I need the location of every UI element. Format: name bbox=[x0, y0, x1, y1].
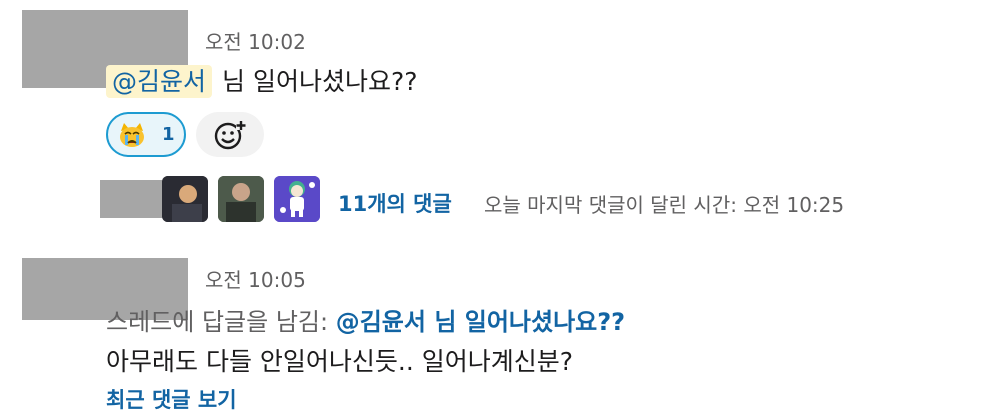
redacted-avatar bbox=[100, 180, 162, 218]
user-mention[interactable]: @김윤서 bbox=[106, 65, 213, 98]
message-body: @김윤서 님 일어나셨나요?? bbox=[106, 62, 418, 98]
reaction-count: 1 bbox=[162, 124, 175, 145]
message-timestamp[interactable]: 오전 10:05 bbox=[205, 264, 306, 293]
add-reaction-icon bbox=[214, 119, 246, 149]
message-2: 오전 10:05 스레드에 답글을 남김: @김윤서 님 일어나셨나요?? 아무… bbox=[0, 240, 994, 418]
thread-reply-count[interactable]: 11개의 댓글 bbox=[338, 188, 452, 218]
view-latest-replies-link[interactable]: 최근 댓글 보기 bbox=[106, 384, 237, 414]
thread-reply-context: 스레드에 답글을 남김: @김윤서 님 일어나셨나요?? bbox=[106, 302, 625, 337]
thread-summary[interactable]: 11개의 댓글 오늘 마지막 댓글이 달린 시간: 오전 10:25 bbox=[100, 176, 980, 224]
crying-cat-emoji bbox=[120, 122, 144, 147]
message-text: 님 일어나셨나요?? bbox=[222, 67, 418, 96]
participant-avatar[interactable] bbox=[218, 176, 264, 222]
thread-parent-link[interactable]: @김윤서 님 일어나셨나요?? bbox=[336, 308, 625, 336]
reaction-crying-cat[interactable]: 1 bbox=[106, 112, 186, 157]
message-timestamp[interactable]: 오전 10:02 bbox=[205, 26, 306, 55]
message-1: 오전 10:02 @김윤서 님 일어나셨나요?? 1 11개의 댓글 오늘 마지… bbox=[0, 0, 994, 240]
add-reaction-button[interactable] bbox=[196, 112, 264, 157]
message-text: 아무래도 다들 안일어나신듯.. 일어나계신분? bbox=[106, 347, 574, 376]
participant-avatar[interactable] bbox=[274, 176, 320, 222]
reaction-bar: 1 bbox=[106, 112, 264, 157]
participant-avatar[interactable] bbox=[162, 176, 208, 222]
thread-last-reply-time: 오늘 마지막 댓글이 달린 시간: 오전 10:25 bbox=[484, 193, 845, 217]
thread-context-prefix: 스레드에 답글을 남김: bbox=[106, 308, 329, 336]
